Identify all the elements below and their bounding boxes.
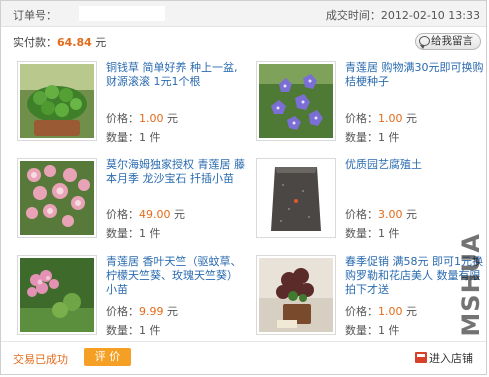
product-title[interactable]: 青莲居 香叶天竺（驱蚊草、柠檬天竺葵、玫瑰天竺葵）小苗 [106,255,246,297]
climbing-rose-photo [20,161,94,235]
product-thumbnail[interactable] [17,158,97,238]
product-quantity: 数量：1 件 [345,131,400,144]
order-card: 订单号： 成交时间：2012-02-10 13:33 实付款：64.84 元 给… [0,0,487,375]
product-title[interactable]: 优质园艺腐殖土 [345,158,485,172]
product-quantity: 数量：1 件 [345,324,400,337]
product-price: 价格：49.00 元 [106,208,185,221]
trade-status: 交易已成功 [13,353,68,366]
product-title[interactable]: 青莲居 购物满30元即可换购 桔梗种子 [345,61,485,89]
order-header: 订单号： 成交时间：2012-02-10 13:33 [1,1,486,27]
product-item: 莫尔海姆独家授权 青莲居 藤本月季 龙沙宝石 扦插小苗 价格：49.00 元 数… [17,158,257,248]
product-quantity: 数量：1 件 [106,131,161,144]
leave-message-label: 给我留言 [431,35,473,47]
geranium-photo [20,258,94,332]
paid-amount-row: 实付款：64.84 元 [13,34,106,50]
potted-plant-photo [259,258,333,332]
watermark: MSHUA [457,233,485,337]
product-price: 价格：3.00 元 [345,208,417,221]
pennywort-plant-photo [20,64,94,138]
humus-soil-bag-photo [259,161,333,235]
product-item: 铜钱草 简单好养 种上一盆,财源滚滚 1元1个根 价格：1.00 元 数量：1 … [17,61,257,151]
paid-amount-label: 实付款： [13,36,57,49]
product-item: 青莲居 香叶天竺（驱蚊草、柠檬天竺葵、玫瑰天竺葵）小苗 价格：9.99 元 数量… [17,255,257,345]
product-item: 青莲居 购物满30元即可换购 桔梗种子 价格：1.00 元 数量：1 件 [256,61,489,151]
product-price: 价格：1.00 元 [106,112,178,125]
product-quantity: 数量：1 件 [106,227,161,240]
product-thumbnail[interactable] [256,255,336,335]
product-thumbnail[interactable] [17,61,97,141]
product-price: 价格：1.00 元 [345,305,417,318]
product-quantity: 数量：1 件 [106,324,161,337]
balloon-flower-photo [259,64,333,138]
product-thumbnail[interactable] [17,255,97,335]
review-button[interactable]: 评 价 [84,348,131,366]
footer-divider [1,341,486,342]
store-icon [415,352,427,363]
deal-time: 成交时间：2012-02-10 13:33 [325,9,480,22]
product-price: 价格：9.99 元 [106,305,178,318]
leave-message-button[interactable]: 给我留言 [415,33,481,50]
order-number-value [79,6,165,21]
paid-amount-unit: 元 [95,36,107,49]
product-thumbnail[interactable] [256,61,336,141]
product-title[interactable]: 莫尔海姆独家授权 青莲居 藤本月季 龙沙宝石 扦插小苗 [106,158,246,186]
order-number-label: 订单号： [13,9,57,22]
product-title[interactable]: 铜钱草 简单好养 种上一盆,财源滚滚 1元1个根 [106,61,246,89]
product-quantity: 数量：1 件 [345,227,400,240]
product-price: 价格：1.00 元 [345,112,417,125]
product-thumbnail[interactable] [256,158,336,238]
speech-bubble-icon [419,36,430,49]
paid-amount-value: 64.84 [57,36,92,49]
